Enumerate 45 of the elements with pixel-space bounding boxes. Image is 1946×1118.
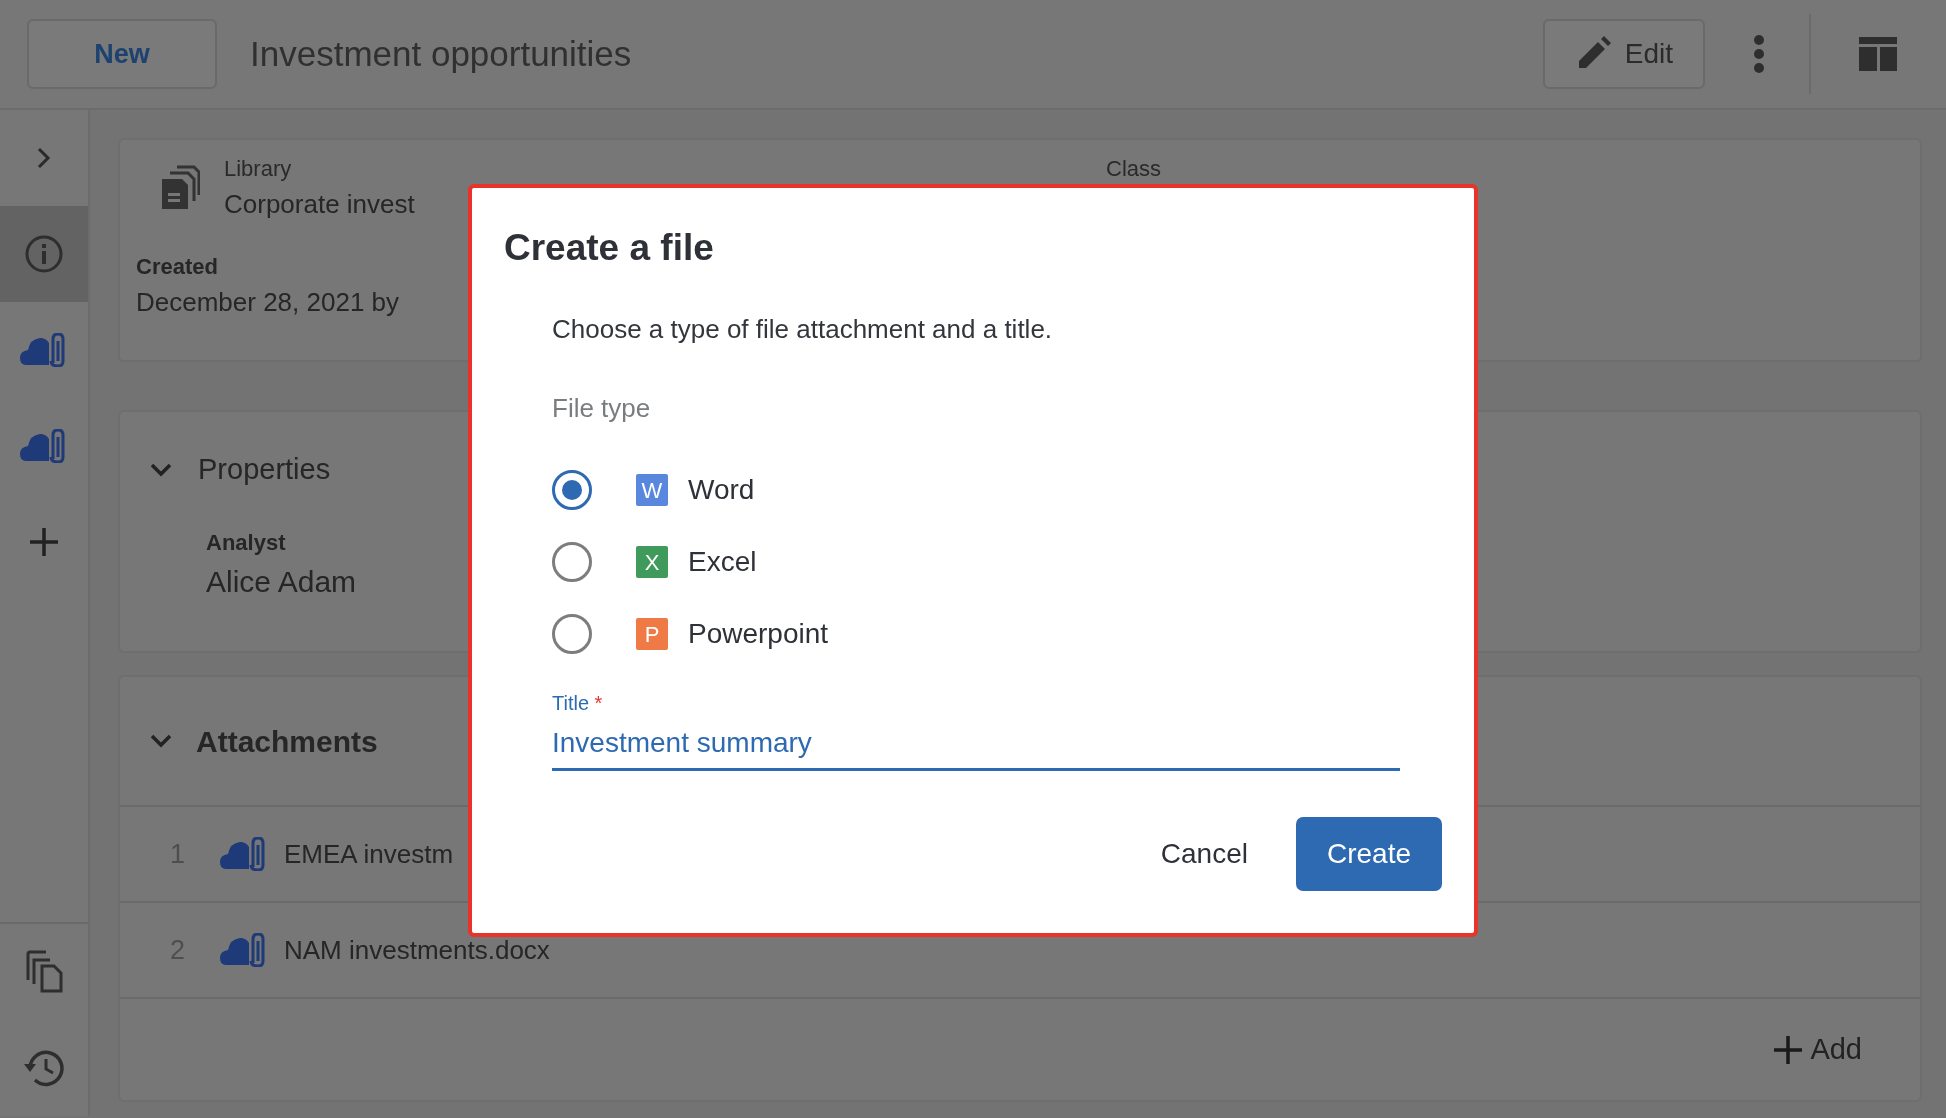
page-title: Investment opportunities <box>250 32 632 75</box>
file-name[interactable]: EMEA investm <box>284 834 454 874</box>
radio-label[interactable]: Word <box>688 469 755 512</box>
dialog-title: Create a file <box>504 226 715 270</box>
sidebar-item[interactable] <box>0 206 88 302</box>
section-title: Attachments <box>196 723 378 760</box>
cloud-paperclip-icon <box>220 933 268 967</box>
layout-icon[interactable] <box>1859 37 1897 71</box>
cloud-paperclip-icon <box>220 837 268 871</box>
chevron-down-icon[interactable] <box>150 734 172 748</box>
plus-icon <box>29 527 59 557</box>
radio-label[interactable]: Excel <box>688 541 757 584</box>
copy-icon <box>24 950 64 994</box>
field-label: Library <box>224 155 293 183</box>
section-title: Properties <box>198 452 331 487</box>
field-value: December 28, 2021 by <box>136 286 400 319</box>
file-type-icon: X <box>636 546 668 579</box>
file-type-icon: W <box>636 474 668 507</box>
radio-button[interactable] <box>552 542 592 583</box>
history-icon <box>22 1048 66 1088</box>
chevron-down-icon[interactable] <box>150 462 172 477</box>
radio-label[interactable]: Powerpoint <box>688 613 829 656</box>
create-button[interactable]: Create <box>1296 817 1442 892</box>
field-label: Class <box>1106 155 1161 183</box>
field-value: Corporate invest <box>224 188 415 221</box>
field-label: Title * <box>552 691 603 717</box>
file-type-icon: P <box>636 618 668 651</box>
file-type-label: File type <box>552 392 652 426</box>
info-icon <box>24 234 64 274</box>
more-options-icon[interactable] <box>1753 34 1765 74</box>
title-input[interactable]: Investment summary <box>552 718 1400 772</box>
radio-button[interactable] <box>552 614 592 655</box>
radio-button[interactable] <box>552 470 592 511</box>
cloud-paperclip-icon <box>20 333 68 367</box>
file-name[interactable]: NAM investments.docx <box>284 930 550 970</box>
chevron-right-icon <box>37 147 51 169</box>
edit-button[interactable]: Edit <box>1542 19 1705 89</box>
dialog-description: Choose a type of file attachment and a title. <box>552 313 1054 347</box>
field-label: Analyst <box>206 528 287 557</box>
cancel-button[interactable]: Cancel <box>1150 833 1258 876</box>
add-button[interactable]: Add <box>1768 1026 1868 1073</box>
plus-icon <box>1774 1035 1803 1064</box>
field-value: Alice Adam <box>206 563 357 600</box>
documents-icon <box>160 165 200 211</box>
cloud-paperclip-icon <box>20 429 68 463</box>
